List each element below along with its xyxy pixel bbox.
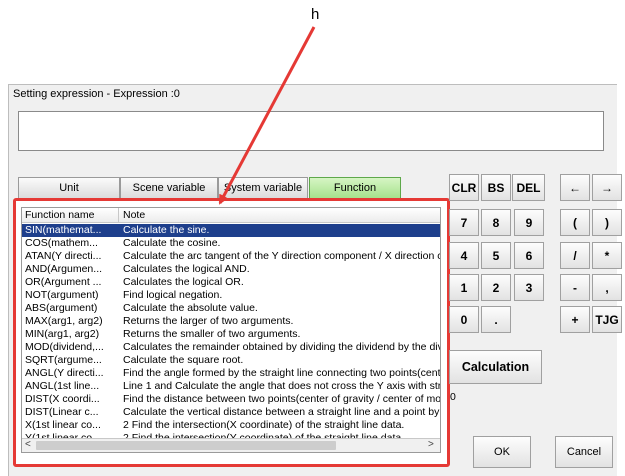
scroll-left-icon[interactable]: < xyxy=(25,439,31,450)
comma-key[interactable]: , xyxy=(592,274,622,301)
list-item[interactable]: SQRT(argume... Calculate the square root. xyxy=(22,354,440,367)
note-cell: Find logical negation. xyxy=(123,289,223,301)
note-cell: Calculate the cosine. xyxy=(123,237,221,249)
list-item[interactable]: MOD(dividend,... Calculates the remainder… xyxy=(22,341,441,354)
column-header-function-name[interactable]: Function name xyxy=(25,209,94,221)
note-cell: Calculates the logical AND. xyxy=(123,263,250,275)
note-cell: Returns the larger of two arguments. xyxy=(123,315,294,327)
clear-key[interactable]: CLR xyxy=(449,174,479,201)
list-item[interactable]: MIN(arg1, arg2) Returns the smaller of tw… xyxy=(22,328,440,341)
multiply-key[interactable]: * xyxy=(592,242,622,269)
decimal-key[interactable]: . xyxy=(481,306,511,333)
horizontal-scrollbar[interactable]: < > xyxy=(22,438,440,452)
key-6[interactable]: 6 xyxy=(514,242,544,269)
scrollbar-thumb[interactable] xyxy=(36,441,336,450)
dialog-title: Setting expression - Expression :0 xyxy=(13,88,180,100)
list-item[interactable]: NOT(argument) Find logical negation. xyxy=(22,289,440,302)
list-item[interactable]: ATAN(Y directi... Calculate the arc tange… xyxy=(22,250,441,263)
note-cell: Calculate the absolute value. xyxy=(123,302,258,314)
list-item[interactable]: DIST(X coordi... Find the distance betwee… xyxy=(22,393,441,406)
list-header: Function name Note xyxy=(22,208,440,223)
list-item[interactable]: ANGL(1st line... Line 1 and Calculate the… xyxy=(22,380,441,393)
function-name-cell: SQRT(argume... xyxy=(25,354,102,366)
function-name-cell: DIST(Linear c... xyxy=(25,406,99,418)
calculation-result: 0 xyxy=(450,391,456,403)
note-cell: Calculate the arc tangent of the Y direc… xyxy=(123,250,441,262)
key-4[interactable]: 4 xyxy=(449,242,479,269)
key-9[interactable]: 9 xyxy=(514,209,544,236)
list-item[interactable]: MAX(arg1, arg2) Returns the larger of two… xyxy=(22,315,440,328)
note-cell: Line 1 and Calculate the angle that does… xyxy=(123,380,441,392)
calculation-button[interactable]: Calculation xyxy=(449,350,542,384)
column-header-note[interactable]: Note xyxy=(123,209,145,221)
function-name-cell: ABS(argument) xyxy=(25,302,98,314)
tjg-key[interactable]: TJG xyxy=(592,306,622,333)
key-2[interactable]: 2 xyxy=(481,274,511,301)
function-name-cell: DIST(X coordi... xyxy=(25,393,100,405)
note-cell: Calculate the square root. xyxy=(123,354,244,366)
function-name-cell: NOT(argument) xyxy=(25,289,99,301)
list-item[interactable]: X(1st linear co... 2 Find the intersectio… xyxy=(22,419,440,432)
annotation-label: h xyxy=(311,6,320,23)
divide-key[interactable]: / xyxy=(560,242,590,269)
open-paren-key[interactable]: ( xyxy=(560,209,590,236)
note-cell: Calculates the logical OR. xyxy=(123,276,244,288)
column-divider[interactable] xyxy=(118,208,119,223)
key-7[interactable]: 7 xyxy=(449,209,479,236)
close-paren-key[interactable]: ) xyxy=(592,209,622,236)
list-item[interactable]: AND(Argumen... Calculates the logical AND… xyxy=(22,263,440,276)
note-cell: Calculate the vertical distance between … xyxy=(123,406,441,418)
note-cell: Calculate the sine. xyxy=(123,224,210,236)
tab-scene-variable[interactable]: Scene variable xyxy=(120,177,218,199)
cancel-button[interactable]: Cancel xyxy=(555,436,613,468)
expression-dialog: Setting expression - Expression :0 Unit … xyxy=(8,84,622,476)
function-name-cell: COS(mathem... xyxy=(25,237,98,249)
function-list[interactable]: Function name Note SIN(mathemat... Calcul… xyxy=(21,207,441,453)
list-item[interactable]: ANGL(Y directi... Find the angle formed b… xyxy=(22,367,441,380)
key-1[interactable]: 1 xyxy=(449,274,479,301)
function-name-cell: X(1st linear co... xyxy=(25,419,101,431)
function-name-cell: ATAN(Y directi... xyxy=(25,250,102,262)
list-item[interactable]: COS(mathem... Calculate the cosine. xyxy=(22,237,440,250)
list-item[interactable]: ABS(argument) Calculate the absolute valu… xyxy=(22,302,440,315)
key-3[interactable]: 3 xyxy=(514,274,544,301)
function-name-cell: MIN(arg1, arg2) xyxy=(25,328,100,340)
function-name-cell: ANGL(1st line... xyxy=(25,380,100,392)
ok-button[interactable]: OK xyxy=(473,436,531,468)
tab-unit[interactable]: Unit xyxy=(18,177,120,199)
tab-system-variable[interactable]: System variable xyxy=(218,177,308,199)
function-name-cell: MAX(arg1, arg2) xyxy=(25,315,103,327)
function-name-cell: SIN(mathemat... xyxy=(25,224,102,236)
arrow-left-key[interactable]: ← xyxy=(560,174,590,201)
function-name-cell: MOD(dividend,... xyxy=(25,341,104,353)
function-name-cell: ANGL(Y directi... xyxy=(25,367,104,379)
note-cell: Find the angle formed by the straight li… xyxy=(123,367,441,379)
list-item[interactable]: SIN(mathemat... Calculate the sine. xyxy=(22,224,440,237)
note-cell: Returns the smaller of two arguments. xyxy=(123,328,301,340)
expression-field[interactable] xyxy=(18,111,604,151)
delete-key[interactable]: DEL xyxy=(512,174,545,201)
list-item[interactable]: OR(Argument ... Calculates the logical OR… xyxy=(22,276,440,289)
key-5[interactable]: 5 xyxy=(481,242,511,269)
backspace-key[interactable]: BS xyxy=(481,174,511,201)
note-cell: 2 Find the intersection(X coordinate) of… xyxy=(123,419,405,431)
arrow-right-key[interactable]: → xyxy=(592,174,622,201)
function-name-cell: AND(Argumen... xyxy=(25,263,103,275)
key-0[interactable]: 0 xyxy=(449,306,479,333)
plus-key[interactable]: + xyxy=(560,306,590,333)
tab-function[interactable]: Function xyxy=(309,177,401,199)
note-cell: Calculates the remainder obtained by div… xyxy=(123,341,441,353)
scroll-right-icon[interactable]: > xyxy=(428,439,434,450)
list-item[interactable]: DIST(Linear c... Calculate the vertical d… xyxy=(22,406,441,419)
note-cell: Find the distance between two points(cen… xyxy=(123,393,441,405)
key-8[interactable]: 8 xyxy=(481,209,511,236)
function-name-cell: OR(Argument ... xyxy=(25,276,102,288)
minus-key[interactable]: - xyxy=(560,274,590,301)
